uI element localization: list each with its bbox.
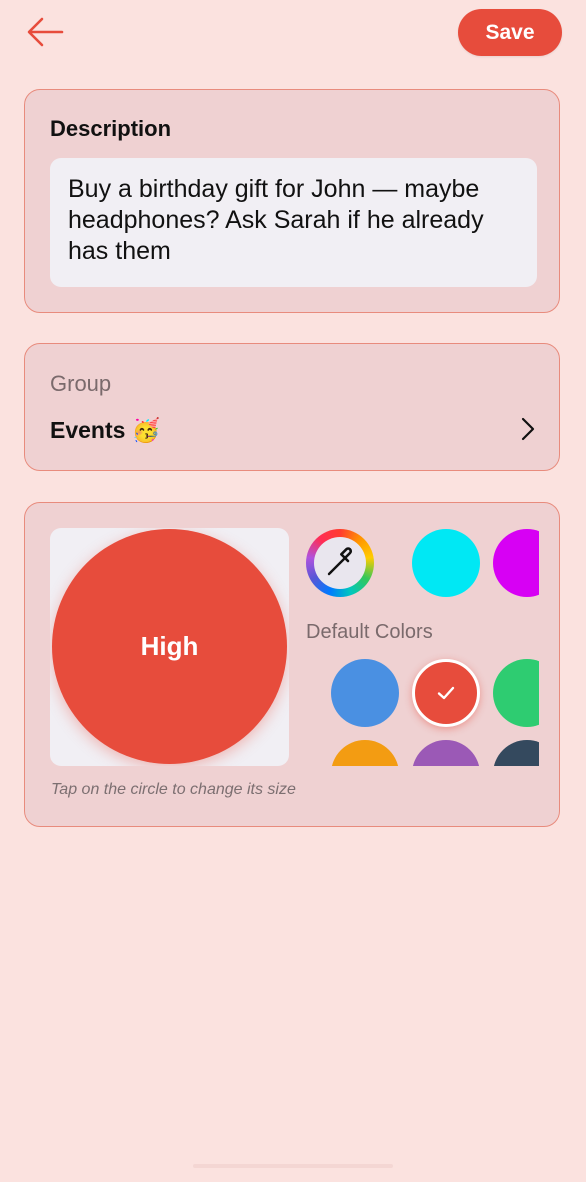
group-selector[interactable]: Group Events 🥳 <box>24 343 560 471</box>
arrow-left-icon <box>27 17 64 47</box>
color-swatches: Default Colors <box>305 528 539 766</box>
home-indicator <box>193 1164 393 1168</box>
group-label: Group <box>50 371 112 396</box>
priority-label: High <box>140 631 199 661</box>
default-color-green[interactable] <box>493 659 539 727</box>
description-card: Description Buy a birthday gift for John… <box>24 89 560 313</box>
description-input[interactable]: Buy a birthday gift for John — maybe hea… <box>50 158 537 287</box>
eyedropper-icon <box>327 547 353 576</box>
default-color-red-selected[interactable] <box>412 659 480 727</box>
group-value: Events 🥳 <box>50 417 161 443</box>
default-color-orange[interactable] <box>331 740 399 766</box>
default-color-navy[interactable] <box>493 740 539 766</box>
priority-color-card: High Default Colors Tap on the circle to… <box>24 502 560 827</box>
back-button[interactable] <box>24 14 66 50</box>
default-colors-label: Default Colors <box>306 621 433 643</box>
default-color-blue[interactable] <box>331 659 399 727</box>
priority-hint: Tap on the circle to change its size <box>51 781 296 798</box>
custom-color-cyan[interactable] <box>412 529 480 597</box>
chevron-right-icon <box>521 417 535 441</box>
checkmark-icon <box>437 686 455 700</box>
description-title: Description <box>50 116 172 141</box>
priority-preview: High <box>50 528 289 766</box>
custom-color-magenta[interactable] <box>493 529 539 597</box>
default-color-purple[interactable] <box>412 740 480 766</box>
color-picker-button[interactable] <box>306 529 374 597</box>
priority-circle[interactable]: High <box>52 529 287 764</box>
save-button[interactable]: Save <box>458 9 562 56</box>
